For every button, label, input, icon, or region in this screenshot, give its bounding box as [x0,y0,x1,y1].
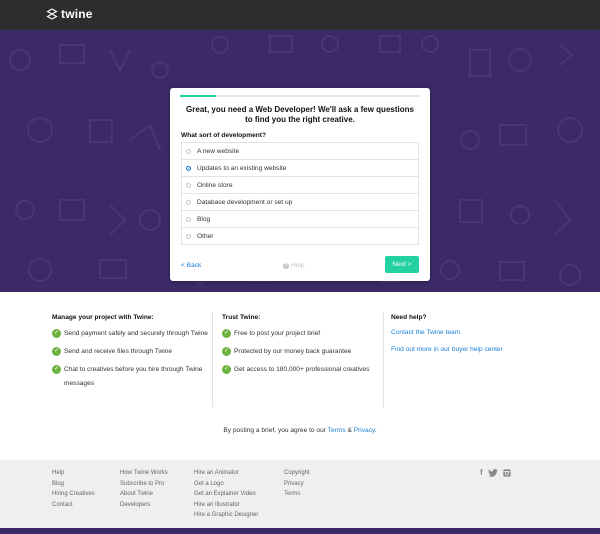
footer-column-4: Copyright Privacy Terms [284,468,310,500]
twine-logo-icon [46,8,58,20]
column-divider [212,312,213,407]
privacy-link[interactable]: Privacy [354,427,375,434]
column-title: Need help? [391,314,427,321]
feature-text: Chat to creatives before you hire throug… [64,366,203,387]
check-icon: ✓ [222,347,231,356]
footer-link[interactable]: Hire an Animator [194,468,258,479]
agreement-prefix: By posting a brief, you agree to our [223,427,328,434]
feature-text: Send payment safely and securely through… [64,330,208,337]
footer-column-2: How Twine Works Subscribe to Pro About T… [120,468,168,510]
radio-button[interactable] [186,182,191,188]
logo-text: twine [61,7,93,21]
footer-link[interactable]: Contact [52,500,95,511]
option-label: Updates to an existing website [197,164,287,172]
twitter-icon[interactable] [487,468,498,477]
column-divider [383,312,384,407]
column-title: Manage your project with Twine: [52,314,154,321]
footer-link[interactable]: Help [52,468,95,479]
progress-bar [180,95,420,97]
footer-link[interactable]: Copyright [284,468,310,479]
contact-team-link[interactable]: Contact the Twine team [391,329,551,336]
progress-fill [180,95,216,97]
option-online-store[interactable]: Online store [182,177,418,194]
footer-link[interactable]: Hire a Graphic Designer [194,510,258,521]
column-title: Trust Twine: [222,314,261,321]
option-label: Online store [197,181,233,189]
feature-item: ✓ Chat to creatives before you hire thro… [52,365,212,391]
check-icon: ✓ [52,329,61,338]
agreement-text: By posting a brief, you agree to our Ter… [0,427,600,434]
question-card: Great, you need a Web Developer! We'll a… [170,88,430,281]
radio-button-selected[interactable] [186,165,191,171]
help-label: Help [291,262,305,269]
facebook-icon[interactable]: f [480,468,483,477]
radio-button[interactable] [186,148,191,154]
manage-project-column: Manage your project with Twine: ✓ Send p… [52,314,212,397]
option-label: Blog [197,215,211,223]
footer-link[interactable]: Get an Explainer Video [194,489,258,500]
help-link[interactable]: ? Help [283,262,305,269]
check-icon: ✓ [52,365,61,374]
footer-link[interactable]: Privacy [284,479,310,490]
check-icon: ✓ [52,347,61,356]
buyer-help-center-link[interactable]: Find out more in our buyer help center [391,346,551,353]
feature-item: ✓ Free to post your project brief [222,329,382,341]
option-database-development[interactable]: Database development or set up [182,194,418,211]
question-label: What sort of development? [181,132,266,139]
next-button[interactable]: Next > [385,256,419,273]
top-bar: twine [0,0,600,30]
feature-text: Send and receive files through Twine [64,348,173,355]
feature-item: ✓ Send payment safely and securely throu… [52,329,212,341]
back-link[interactable]: < Back [181,262,201,269]
trust-twine-column: Trust Twine: ✓ Free to post your project… [222,314,382,383]
feature-item: ✓ Send and receive files through Twine [52,347,212,359]
card-title: Great, you need a Web Developer! We'll a… [186,105,414,124]
options-list: A new website Updates to an existing web… [181,142,419,245]
terms-link[interactable]: Terms [328,427,346,434]
social-links: f [480,468,511,477]
radio-button[interactable] [186,216,191,222]
feature-text: Free to post your project brief [234,330,321,337]
footer-link[interactable]: Subscribe to Pro [120,479,168,490]
footer-link[interactable]: How Twine Works [120,468,168,479]
option-blog[interactable]: Blog [182,211,418,228]
agreement-period: . [374,427,377,434]
instagram-icon[interactable] [503,468,511,477]
option-label: A new website [197,147,240,155]
hero-section: Great, you need a Web Developer! We'll a… [0,30,600,292]
option-updates-existing-website[interactable]: Updates to an existing website [182,160,418,177]
footer-link[interactable]: Hiring Creatives [52,489,95,500]
option-label: Database development or set up [197,198,293,206]
check-icon: ✓ [222,365,231,374]
footer-link[interactable]: Terms [284,489,310,500]
option-new-website[interactable]: A new website [182,143,418,160]
footer-link[interactable]: Developers [120,500,168,511]
feature-text: Get access to 180,000+ professional crea… [234,366,370,373]
option-label: Other [197,232,214,240]
footer: Help Blog Hiring Creatives Contact How T… [0,460,600,528]
agreement-amp: & [345,427,354,434]
feature-item: ✓ Protected by our money back guarantee [222,347,382,359]
radio-button[interactable] [186,233,191,239]
footer-link[interactable]: Hire an Illustrator [194,500,258,511]
footer-link[interactable]: Blog [52,479,95,490]
footer-link[interactable]: Get a Logo [194,479,258,490]
radio-button[interactable] [186,199,191,205]
option-other[interactable]: Other [182,228,418,245]
trust-section: Manage your project with Twine: ✓ Send p… [0,292,600,460]
footer-column-1: Help Blog Hiring Creatives Contact [52,468,95,510]
feature-text: Protected by our money back guarantee [234,348,352,355]
footer-link[interactable]: About Twine [120,489,168,500]
check-icon: ✓ [222,329,231,338]
footer-column-3: Hire an Animator Get a Logo Get an Expla… [194,468,258,521]
feature-item: ✓ Get access to 180,000+ professional cr… [222,365,382,377]
bottom-bar [0,528,600,534]
need-help-column: Need help? Contact the Twine team Find o… [391,314,551,363]
question-mark-icon: ? [283,262,289,269]
twine-logo[interactable]: twine [46,7,93,21]
